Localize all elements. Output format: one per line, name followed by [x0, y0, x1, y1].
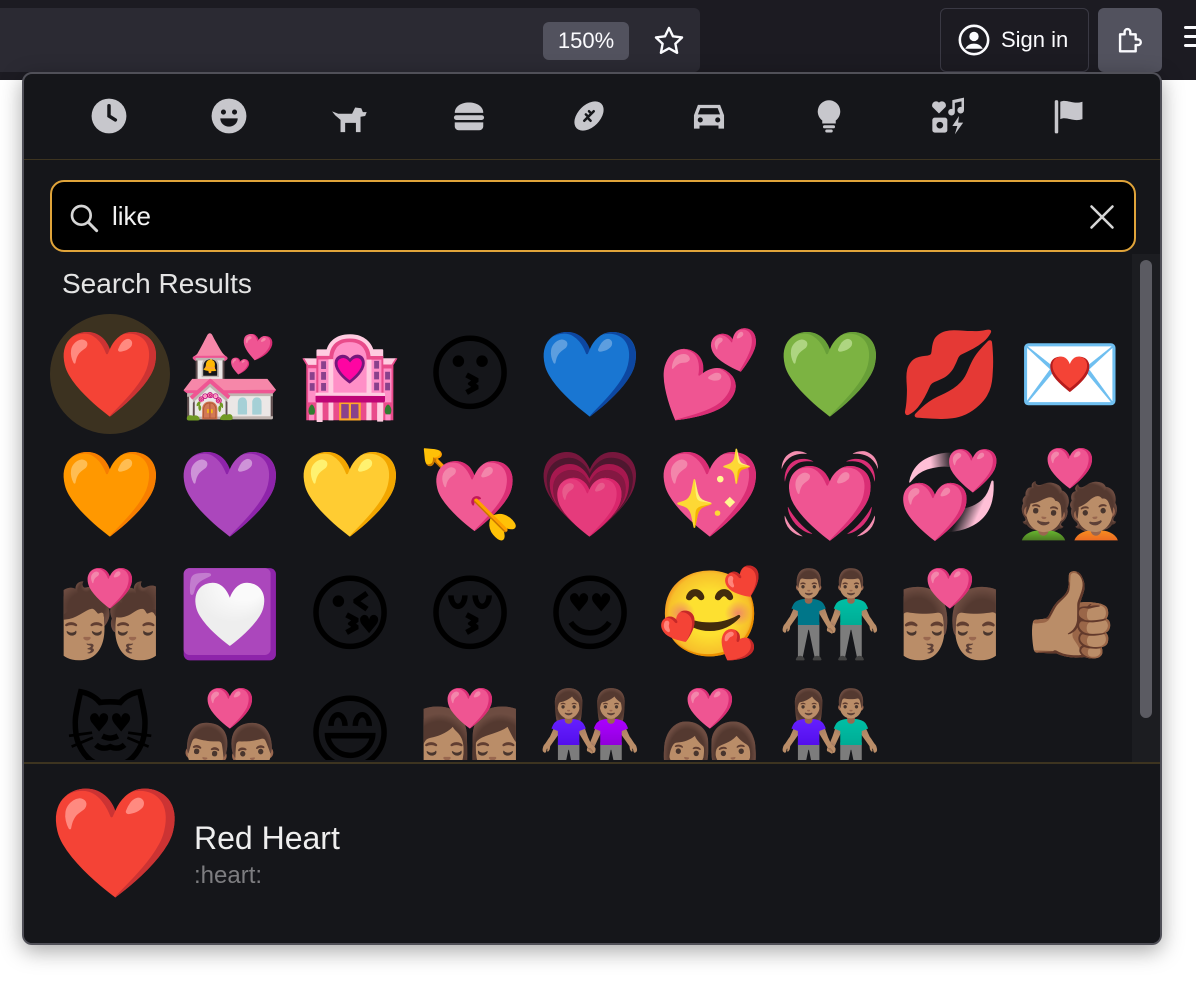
emoji-result[interactable]: 🥰: [650, 554, 770, 674]
emoji-result[interactable]: 💌: [1010, 314, 1130, 434]
extensions-icon: [1118, 27, 1142, 53]
emoji-result[interactable]: 👨🏽‍❤️‍💋‍👨🏽: [890, 554, 1010, 674]
football-icon: [574, 101, 604, 131]
category-travel[interactable]: [689, 96, 729, 136]
emoji-result[interactable]: 💛: [290, 434, 410, 554]
preview-emoji: ❤️: [48, 781, 183, 906]
category-symbols[interactable]: [929, 96, 969, 136]
emoji-result[interactable]: 💋: [890, 314, 1010, 434]
emoji-result[interactable]: 🧡: [50, 434, 170, 554]
sign-in-button[interactable]: Sign in: [940, 8, 1089, 72]
emoji-search-box: [50, 180, 1136, 252]
emoji-result[interactable]: 😻: [50, 674, 170, 760]
emoji-result[interactable]: 😚: [410, 554, 530, 674]
search-icon: [70, 204, 99, 233]
emoji-result[interactable]: 💑🏽: [1010, 434, 1130, 554]
category-smileys[interactable]: [209, 96, 249, 136]
emoji-result[interactable]: 👩🏽‍❤️‍👩🏽: [650, 674, 770, 760]
bookmark-star-button[interactable]: [648, 20, 690, 62]
category-bar: [24, 74, 1160, 160]
emoji-result[interactable]: 👨🏽‍❤️‍👨🏽: [170, 674, 290, 760]
smiley-icon: [211, 98, 247, 134]
symbols-icon: [932, 97, 965, 135]
category-animals[interactable]: [329, 96, 369, 136]
app-menu-button[interactable]: [1184, 26, 1196, 56]
star-icon: [654, 26, 684, 54]
emoji-result[interactable]: 😍: [530, 554, 650, 674]
emoji-result[interactable]: 💚: [770, 314, 890, 434]
emoji-result[interactable]: 💞: [890, 434, 1010, 554]
emoji-result[interactable]: 💜: [170, 434, 290, 554]
emoji-picker-panel: Search Results ❤️💒🏩😗💙💕💚💋💌🧡💜💛💘💗💖💓💞💑🏽💏🏽💟😘😚…: [22, 72, 1162, 945]
results-heading: Search Results: [62, 268, 252, 299]
emoji-result[interactable]: 😗: [410, 314, 530, 434]
emoji-result[interactable]: 👩🏽‍❤️‍💋‍👩🏽: [410, 674, 530, 760]
emoji-preview: ❤️ Red Heart :heart:: [24, 762, 1160, 943]
emoji-result[interactable]: 👍🏽: [1010, 554, 1130, 674]
category-recent[interactable]: [89, 96, 129, 136]
emoji-result[interactable]: 💒: [170, 314, 290, 434]
burger-icon: [453, 102, 485, 131]
browser-toolbar: 150% Sign in: [0, 0, 1196, 80]
category-objects[interactable]: [809, 96, 849, 136]
emoji-result[interactable]: 💓: [770, 434, 890, 554]
clock-icon: [91, 98, 127, 134]
emoji-result[interactable]: 💏🏽: [50, 554, 170, 674]
extensions-button[interactable]: [1098, 8, 1162, 72]
clear-search-icon[interactable]: [1088, 203, 1116, 231]
emoji-result[interactable]: 👬🏽: [770, 554, 890, 674]
dog-icon: [332, 107, 367, 133]
category-food[interactable]: [449, 96, 489, 136]
flag-icon: [1054, 100, 1083, 134]
preview-emoji-name: Red Heart: [194, 820, 340, 856]
emoji-result[interactable]: 👭🏽: [530, 674, 650, 760]
emoji-result[interactable]: 💙: [530, 314, 650, 434]
emoji-result[interactable]: 💗: [530, 434, 650, 554]
emoji-search-input[interactable]: [112, 194, 1052, 238]
emoji-result[interactable]: 💖: [650, 434, 770, 554]
emoji-results-grid: ❤️ 💒 🏩 😗 💙 💕 💚 💋 💌 🧡 💜 💛 💘 💗 💖 💓 💞 💑🏽 💏🏽 💟 😘 😚 😍 🥰 👬🏽 👨🏽‍❤️‍💋‍👨🏽 👍…: [24, 312, 1130, 760]
emoji-result[interactable]: 😘: [290, 554, 410, 674]
account-icon: [958, 24, 990, 56]
emoji-result[interactable]: ❤️: [50, 314, 170, 434]
emoji-result[interactable]: 👫🏽: [770, 674, 890, 760]
emoji-result[interactable]: 😄: [290, 674, 410, 760]
zoom-level-badge[interactable]: 150%: [543, 22, 629, 60]
sign-in-label: Sign in: [1001, 27, 1069, 52]
emoji-result[interactable]: 💘: [410, 434, 530, 554]
lightbulb-icon: [817, 100, 841, 133]
emoji-result[interactable]: 💟: [170, 554, 290, 674]
emoji-result[interactable]: 💕: [650, 314, 770, 434]
car-icon: [693, 104, 725, 129]
emoji-result[interactable]: 🏩: [290, 314, 410, 434]
category-flags[interactable]: [1049, 96, 1089, 136]
results-scrollbar-thumb[interactable]: [1140, 260, 1152, 718]
preview-emoji-shortcode: :heart:: [194, 862, 263, 889]
menu-icon: [1184, 26, 1196, 29]
category-activities[interactable]: [569, 96, 609, 136]
